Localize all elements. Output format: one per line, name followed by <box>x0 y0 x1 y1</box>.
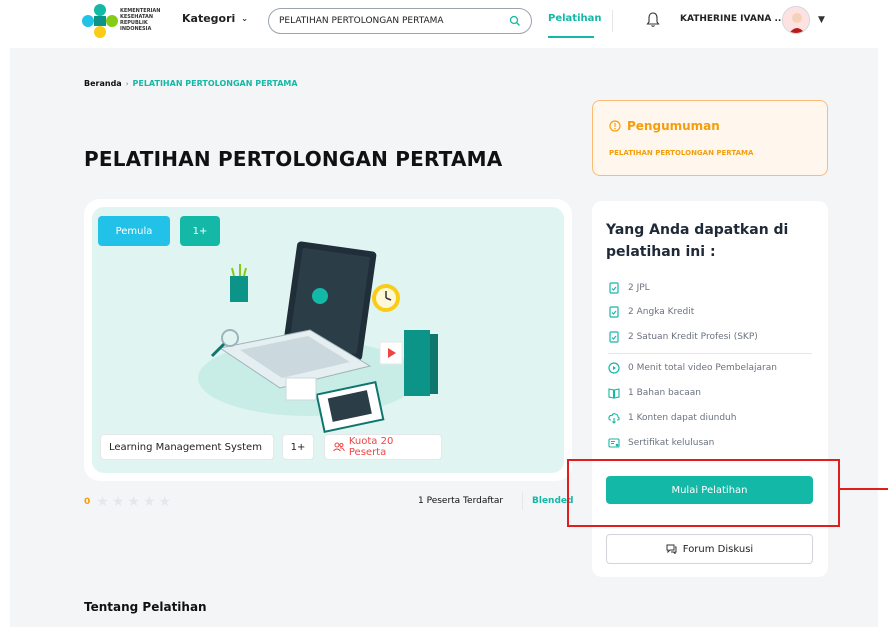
benefit-label: 0 Menit total video Pembelajaran <box>628 363 777 373</box>
highlight-box <box>567 459 840 527</box>
announcement-card: Pengumuman PELATIHAN PERTOLONGAN PERTAMA <box>592 100 828 176</box>
search-icon[interactable] <box>509 15 521 27</box>
cloud-download-icon <box>608 413 620 424</box>
certificate-icon <box>608 438 620 448</box>
top-header: KEMENTERIAN KESEHATAN REPUBLIK INDONESIA… <box>0 0 888 44</box>
breadcrumb-current: PELATIHAN PERTOLONGAN PERTAMA <box>132 79 298 88</box>
play-circle-icon <box>608 362 620 374</box>
divider <box>612 10 613 32</box>
announcement-title: Pengumuman <box>627 119 720 133</box>
chat-icon <box>666 544 677 554</box>
nav-active-indicator <box>548 36 594 38</box>
document-check-icon <box>609 306 619 318</box>
chevron-down-icon: ⌄ <box>241 14 248 23</box>
logo-text: KEMENTERIAN KESEHATAN REPUBLIK INDONESIA <box>120 8 170 32</box>
benefit-item: 2 Satuan Kredit Profesi (SKP) <box>608 331 758 343</box>
star-icon: ★ <box>142 494 156 510</box>
benefit-label: 1 Bahan bacaan <box>628 388 701 398</box>
laptop-illustration <box>198 241 438 434</box>
star-icon: ★ <box>158 494 172 510</box>
benefit-label: 1 Konten dapat diunduh <box>628 413 737 423</box>
benefit-label: 2 Satuan Kredit Profesi (SKP) <box>628 332 758 342</box>
peserta-count: 1 Peserta Terdaftar <box>418 496 504 506</box>
nav-pelatihan[interactable]: Pelatihan <box>548 13 601 24</box>
benefit-label: Sertifikat kelulusan <box>628 438 715 448</box>
kemenkes-logo[interactable] <box>82 4 118 38</box>
benefit-item: 0 Menit total video Pembelajaran <box>608 362 777 374</box>
search-input[interactable] <box>279 16 509 26</box>
rating-row: 0 ★ ★ ★ ★ ★ <box>84 494 171 510</box>
section-heading-tentang: Tentang Pelatihan <box>84 600 207 614</box>
kategori-label: Kategori <box>182 12 236 25</box>
star-icon: ★ <box>127 494 140 510</box>
user-name[interactable]: KATHERINE IVANA ... <box>680 14 785 24</box>
benefit-item: Sertifikat kelulusan <box>608 437 714 449</box>
tag-lms: Learning Management System <box>100 434 274 460</box>
users-icon <box>333 442 345 452</box>
page-title: PELATIHAN PERTOLONGAN PERTAMA <box>84 147 503 171</box>
tag-level: 1+ <box>282 434 314 460</box>
caret-down-icon[interactable]: ▼ <box>818 15 825 25</box>
benefit-label: 2 Angka Kredit <box>628 307 695 317</box>
breadcrumb: Beranda › PELATIHAN PERTOLONGAN PERTAMA <box>84 79 298 88</box>
forum-diskusi-button[interactable]: Forum Diskusi <box>606 534 813 564</box>
document-check-icon <box>609 331 619 343</box>
avatar[interactable] <box>782 6 810 34</box>
search-bar[interactable] <box>268 8 532 34</box>
rating-value: 0 <box>84 497 91 507</box>
chevron-right-icon: › <box>125 79 129 88</box>
benefits-heading: Yang Anda dapatkan di pelatihan ini : <box>606 222 789 260</box>
book-icon <box>608 388 620 399</box>
page: KEMENTERIAN KESEHATAN REPUBLIK INDONESIA… <box>0 0 888 627</box>
announcement-body[interactable]: PELATIHAN PERTOLONGAN PERTAMA <box>609 149 753 157</box>
bell-icon[interactable] <box>646 12 660 28</box>
star-icon: ★ <box>96 494 109 510</box>
benefit-item: 2 JPL <box>608 282 650 294</box>
announcement-header: Pengumuman <box>609 119 720 133</box>
star-icon: ★ <box>111 494 125 510</box>
divider <box>608 353 812 354</box>
avatar-image <box>783 7 809 33</box>
forum-label: Forum Diskusi <box>682 543 754 555</box>
kategori-dropdown[interactable]: Kategori ⌄ <box>182 12 248 25</box>
rating-stars: ★ ★ ★ ★ ★ <box>96 494 171 510</box>
benefit-item: 1 Bahan bacaan <box>608 387 701 399</box>
benefit-label: 2 JPL <box>628 283 650 293</box>
tag-kuota: Kuota 20 Peserta <box>324 434 442 460</box>
divider <box>522 492 523 510</box>
benefit-item: 1 Konten dapat diunduh <box>608 412 736 424</box>
document-check-icon <box>609 282 619 294</box>
breadcrumb-home[interactable]: Beranda <box>84 79 122 88</box>
highlight-pointer <box>840 488 888 490</box>
kuota-label: Kuota 20 Peserta <box>348 436 394 458</box>
logo-line: INDONESIA <box>120 26 152 32</box>
info-circle-icon <box>609 120 621 132</box>
level-badge: Pemula <box>98 216 170 246</box>
benefit-item: 2 Angka Kredit <box>608 306 694 318</box>
